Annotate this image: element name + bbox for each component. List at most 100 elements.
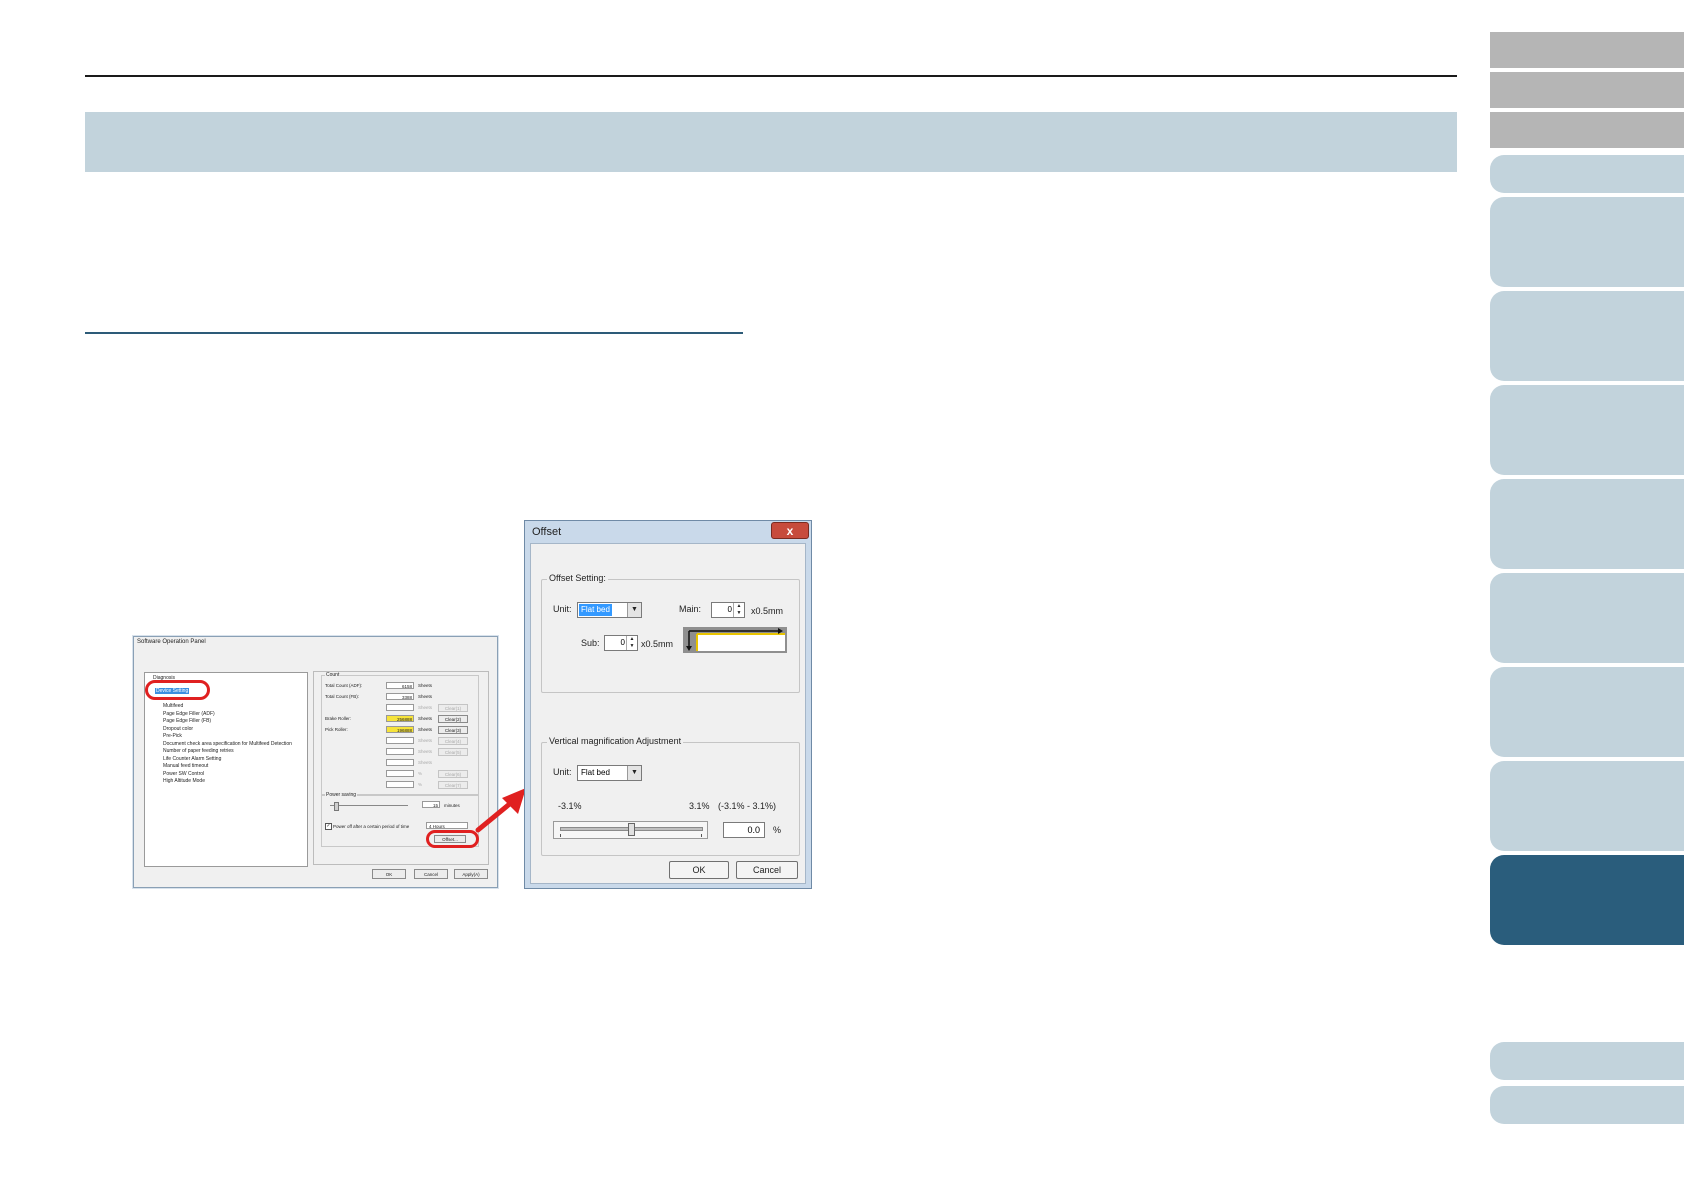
blank-count-box bbox=[386, 748, 414, 755]
sheets-label: Sheets bbox=[418, 694, 433, 699]
header-rule bbox=[85, 75, 1457, 77]
tree-item[interactable]: Power SW Control bbox=[163, 771, 204, 777]
sub-spinbox[interactable]: 0 ▲ ▼ bbox=[604, 635, 638, 651]
spin-arrows-icon[interactable]: ▲ ▼ bbox=[733, 603, 744, 617]
nav-tab-6[interactable] bbox=[1490, 291, 1684, 381]
tree-item[interactable]: Life Counter Alarm Setting bbox=[163, 756, 221, 762]
percent-label: % bbox=[418, 771, 423, 776]
offset-unit-value: Flat bed bbox=[579, 604, 612, 616]
title-band bbox=[85, 112, 1457, 172]
blank-count-box bbox=[386, 781, 414, 788]
clear-button[interactable]: Clear(7) bbox=[438, 781, 468, 789]
sub-label: Sub: bbox=[581, 638, 600, 648]
dialog-body: Offset Setting: Unit: Flat bed ▼ Main: 0… bbox=[530, 543, 806, 884]
main-unit: x0.5mm bbox=[751, 606, 784, 616]
magnification-value[interactable]: 0.0 bbox=[723, 822, 765, 838]
sheets-label: Sheets bbox=[418, 727, 433, 732]
tree-item[interactable]: Dropout color bbox=[163, 726, 193, 732]
sheets-label: Sheets bbox=[418, 716, 433, 721]
nav-tab-11[interactable] bbox=[1490, 761, 1684, 851]
vertical-unit-value: Flat bed bbox=[581, 768, 610, 777]
software-operation-panel-window: Software Operation Panel Diagnosis Devic… bbox=[133, 636, 498, 888]
nav-tab-8[interactable] bbox=[1490, 479, 1684, 569]
power-saving-label: Power saving bbox=[325, 792, 358, 798]
nav-tab-4[interactable] bbox=[1490, 155, 1684, 193]
power-saving-slider-track[interactable] bbox=[330, 805, 408, 806]
pick-roller-label: Pick Roller: bbox=[325, 727, 348, 732]
total-count-fb-label: Total Count (FB): bbox=[325, 694, 360, 699]
highlight-oval bbox=[145, 680, 210, 700]
clear-button[interactable]: Clear(5) bbox=[438, 748, 468, 756]
clear-button[interactable]: Clear(6) bbox=[438, 770, 468, 778]
sheets-label: Sheets bbox=[418, 749, 433, 754]
range-label: (-3.1% - 3.1%) bbox=[718, 801, 777, 811]
sub-unit: x0.5mm bbox=[641, 639, 674, 649]
offset-diagram-icon bbox=[683, 627, 787, 653]
nav-tab-5[interactable] bbox=[1490, 197, 1684, 287]
tree-item[interactable]: Pre-Pick bbox=[163, 733, 182, 739]
nav-tab-1[interactable] bbox=[1490, 32, 1684, 68]
close-icon: x bbox=[786, 524, 794, 538]
tree-item[interactable]: Manual feed timeout bbox=[163, 763, 208, 769]
cancel-button[interactable]: Cancel bbox=[736, 861, 798, 879]
sheets-label: Sheets bbox=[418, 683, 433, 688]
unit-label: Unit: bbox=[553, 604, 572, 614]
chevron-down-icon: ▼ bbox=[627, 603, 641, 617]
main-label: Main: bbox=[679, 604, 702, 614]
clear-pick-roller-button[interactable]: Clear(3) bbox=[438, 726, 468, 734]
magnification-slider[interactable] bbox=[553, 821, 708, 839]
tree-item[interactable]: Multifeed bbox=[163, 703, 183, 709]
nav-tab-9[interactable] bbox=[1490, 573, 1684, 663]
clear-button[interactable]: Clear(4) bbox=[438, 737, 468, 745]
cancel-button[interactable]: Cancel bbox=[414, 869, 448, 879]
section-rule bbox=[85, 332, 743, 334]
sheets-label: Sheets bbox=[418, 705, 433, 710]
count-group-label: Count bbox=[325, 672, 341, 678]
minutes-label: minutes bbox=[444, 803, 460, 808]
minutes-value[interactable]: 15 bbox=[422, 801, 440, 808]
vertical-magnification-label: Vertical magnification Adjustment bbox=[547, 736, 684, 746]
percent-label: % bbox=[773, 825, 782, 835]
main-spinbox[interactable]: 0 ▲ ▼ bbox=[711, 602, 745, 618]
power-saving-slider-thumb[interactable] bbox=[334, 802, 339, 811]
main-value: 0 bbox=[727, 605, 732, 614]
slider-tick bbox=[560, 834, 561, 837]
offset-unit-select[interactable]: Flat bed ▼ bbox=[577, 602, 642, 618]
dialog-title: Offset bbox=[532, 526, 562, 538]
spin-arrows-icon[interactable]: ▲ ▼ bbox=[626, 636, 637, 650]
close-button[interactable]: x bbox=[771, 522, 809, 539]
slider-thumb[interactable] bbox=[627, 823, 635, 836]
ok-button[interactable]: OK bbox=[372, 869, 406, 879]
tree-item[interactable]: Page Edge Filler (FB) bbox=[163, 718, 211, 724]
ok-button[interactable]: OK bbox=[669, 861, 729, 879]
min-label: -3.1% bbox=[558, 801, 582, 811]
brake-roller-label: Brake Roller: bbox=[325, 716, 352, 721]
apply-button[interactable]: Apply(A) bbox=[454, 869, 488, 879]
vertical-unit-select[interactable]: Flat bed ▼ bbox=[577, 765, 642, 781]
clear-button[interactable]: Clear(1) bbox=[438, 704, 468, 712]
nav-tab-12-active[interactable] bbox=[1490, 855, 1684, 945]
nav-tab-3[interactable] bbox=[1490, 112, 1684, 148]
clear-brake-roller-button[interactable]: Clear(2) bbox=[438, 715, 468, 723]
nav-tab-14[interactable] bbox=[1490, 1086, 1684, 1124]
blank-count-box bbox=[386, 759, 414, 766]
power-off-label: Power off after a certain period of time bbox=[333, 824, 410, 829]
blank-count-box bbox=[386, 737, 414, 744]
offset-setting-label: Offset Setting: bbox=[547, 573, 608, 583]
nav-tab-7[interactable] bbox=[1490, 385, 1684, 475]
nav-tab-2[interactable] bbox=[1490, 72, 1684, 108]
max-label: 3.1% bbox=[689, 801, 710, 811]
power-off-checkbox[interactable]: ✓ bbox=[325, 823, 332, 830]
tree-item[interactable]: Document check area specification for Mu… bbox=[163, 741, 292, 747]
blank-count-box bbox=[386, 704, 414, 711]
sheets-label: Sheets bbox=[418, 760, 433, 765]
hours-select[interactable]: 4 Hours bbox=[426, 822, 468, 829]
nav-tab-13[interactable] bbox=[1490, 1042, 1684, 1080]
pick-roller-value: 196888 bbox=[386, 726, 414, 733]
slider-tick bbox=[701, 834, 702, 837]
tree-item[interactable]: Page Edge Filler (ADF) bbox=[163, 711, 215, 717]
tree-item[interactable]: Number of paper feeding retries bbox=[163, 748, 234, 754]
nav-tab-10[interactable] bbox=[1490, 667, 1684, 757]
window-title: Software Operation Panel bbox=[137, 639, 206, 645]
tree-item[interactable]: High Altitude Mode bbox=[163, 778, 205, 784]
